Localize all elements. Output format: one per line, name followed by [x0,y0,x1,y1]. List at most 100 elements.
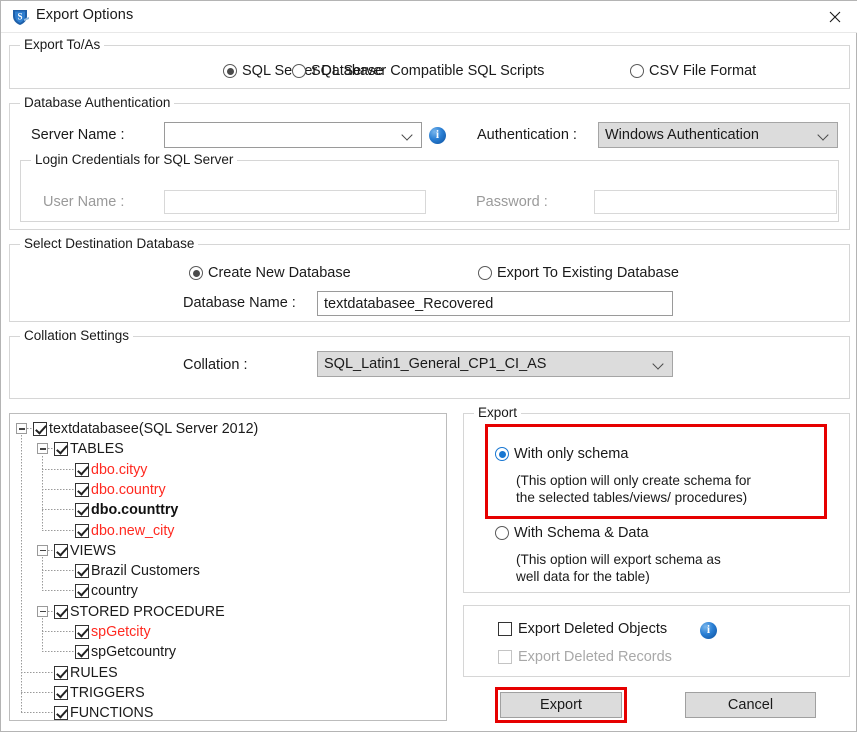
tree-node-label: dbo.country [91,481,166,498]
tree-node-checkbox[interactable] [54,665,68,680]
password-input[interactable] [594,190,837,214]
export-deleted-objects-info-icon[interactable]: i [700,622,717,639]
tree-line [42,468,75,470]
destination-legend: Select Destination Database [20,236,199,251]
tree-node[interactable]: TABLES [54,439,124,459]
server-name-info-icon[interactable]: i [429,127,446,144]
export-options-dialog: S Export Options Export To/As SQL Server… [0,0,857,732]
tree-node-label: VIEWS [70,542,117,559]
tree-node-checkbox[interactable] [54,543,68,558]
tree-node-checkbox[interactable] [75,523,89,538]
tree-node[interactable]: VIEWS [54,541,116,561]
title-bar: S Export Options [1,1,857,33]
radio-indicator [495,526,509,540]
collation-label: Collation : [183,357,248,373]
chevron-down-icon [818,129,831,142]
radio-with-schema-and-data[interactable]: With Schema & Data [495,525,649,541]
tree-node[interactable]: textdatabasee(SQL Server 2012) [33,419,258,439]
radio-label: With Schema & Data [514,525,649,541]
tree-line [42,509,75,511]
tree-node[interactable]: dbo.cityy [75,460,147,480]
tree-node-checkbox[interactable] [75,645,89,660]
tree-line [21,435,22,713]
tree-collapse-icon[interactable] [37,605,48,617]
server-name-input[interactable] [164,122,422,148]
collation-value: SQL_Latin1_General_CP1_CI_AS [324,356,547,372]
tree-node-label: RULES [70,664,118,681]
radio-csv-file-format[interactable]: CSV File Format [630,63,756,79]
radio-indicator [630,64,644,78]
authentication-label: Authentication : [477,127,577,143]
tree-line [42,529,75,531]
tree-node[interactable]: Brazil Customers [75,561,200,581]
tree-node-label: country [91,583,138,600]
tree-node[interactable]: STORED PROCEDURE [54,602,225,622]
tree-node-label: dbo.counttry [91,502,179,519]
tree-node[interactable]: dbo.country [75,480,166,500]
tree-line [42,570,75,572]
tree-line [42,590,75,592]
tree-node-label: spGetcity [91,624,151,640]
radio-with-only-schema[interactable]: With only schema [495,446,628,462]
authentication-value: Windows Authentication [605,127,759,143]
database-authentication-legend: Database Authentication [20,95,175,110]
tree-line [42,557,43,591]
tree-node[interactable]: spGetcountry [75,642,176,662]
database-object-tree[interactable]: textdatabasee(SQL Server 2012) TABLES dbo.… [9,413,447,721]
tree-collapse-icon[interactable] [16,423,27,434]
tree-node[interactable]: dbo.new_city [75,521,174,541]
tree-line [21,691,54,693]
tree-node[interactable]: dbo.counttry [75,500,178,520]
tree-node-label: dbo.cityy [91,461,148,478]
window-title: Export Options [36,7,134,23]
server-name-label: Server Name : [31,127,125,143]
checkbox-export-deleted-objects[interactable]: Export Deleted Objects [498,621,667,637]
tree-node[interactable]: FUNCTIONS [54,703,154,721]
tree-node-checkbox[interactable] [75,503,89,518]
tree-node-label: Brazil Customers [91,563,200,580]
tree-node-checkbox[interactable] [54,442,68,457]
tree-node[interactable]: country [75,581,138,601]
tree-collapse-icon[interactable] [37,443,48,455]
tree-node-checkbox[interactable] [75,584,89,599]
database-name-input[interactable]: textdatabasee_Recovered [317,291,673,316]
radio-export-to-existing-database[interactable]: Export To Existing Database [478,265,679,281]
deleted-objects-panel [463,605,850,677]
radio-sql-server-compatible-scripts[interactable]: SQL Server Compatible SQL Scripts [292,63,544,79]
chevron-down-icon [402,129,415,142]
tree-node-checkbox[interactable] [75,482,89,497]
tree-node-checkbox[interactable] [75,564,89,579]
cancel-button[interactable]: Cancel [685,692,816,718]
tree-node-checkbox[interactable] [54,604,68,619]
shield-logo-icon: S [10,7,30,27]
tree-node-checkbox[interactable] [33,422,47,436]
tree-node-checkbox[interactable] [54,706,68,720]
export-button-label: Export [540,697,582,713]
export-button[interactable]: Export [500,692,622,718]
tree-node[interactable]: RULES [54,663,118,683]
tree-node[interactable]: TRIGGERS [54,683,145,703]
checkbox-indicator [498,622,512,636]
radio-indicator [495,447,509,461]
radio-label: CSV File Format [649,63,757,79]
tree-node-checkbox[interactable] [54,685,68,700]
collation-select[interactable]: SQL_Latin1_General_CP1_CI_AS [317,351,673,377]
authentication-select[interactable]: Windows Authentication [598,122,838,148]
tree-node-label: textdatabasee(SQL Server 2012) [49,421,259,437]
radio-create-new-database[interactable]: Create New Database [189,265,351,281]
tree-node-checkbox[interactable] [75,625,89,639]
user-name-input[interactable] [164,190,426,214]
tree-line [21,712,54,714]
chevron-down-icon [653,358,666,371]
tree-node-label: FUNCTIONS [70,705,154,721]
tree-node-label: STORED PROCEDURE [70,603,225,620]
radio-label: Create New Database [208,265,351,281]
radio-label: SQL Server Compatible SQL Scripts [311,63,545,79]
tree-collapse-icon[interactable] [37,544,48,556]
tree-node-label: dbo.new_city [91,522,175,539]
tree-node[interactable]: spGetcity [75,622,151,642]
export-to-as-legend: Export To/As [20,37,105,52]
close-icon[interactable] [812,1,857,32]
tree-node-label: TRIGGERS [70,684,145,701]
tree-node-checkbox[interactable] [75,462,89,477]
